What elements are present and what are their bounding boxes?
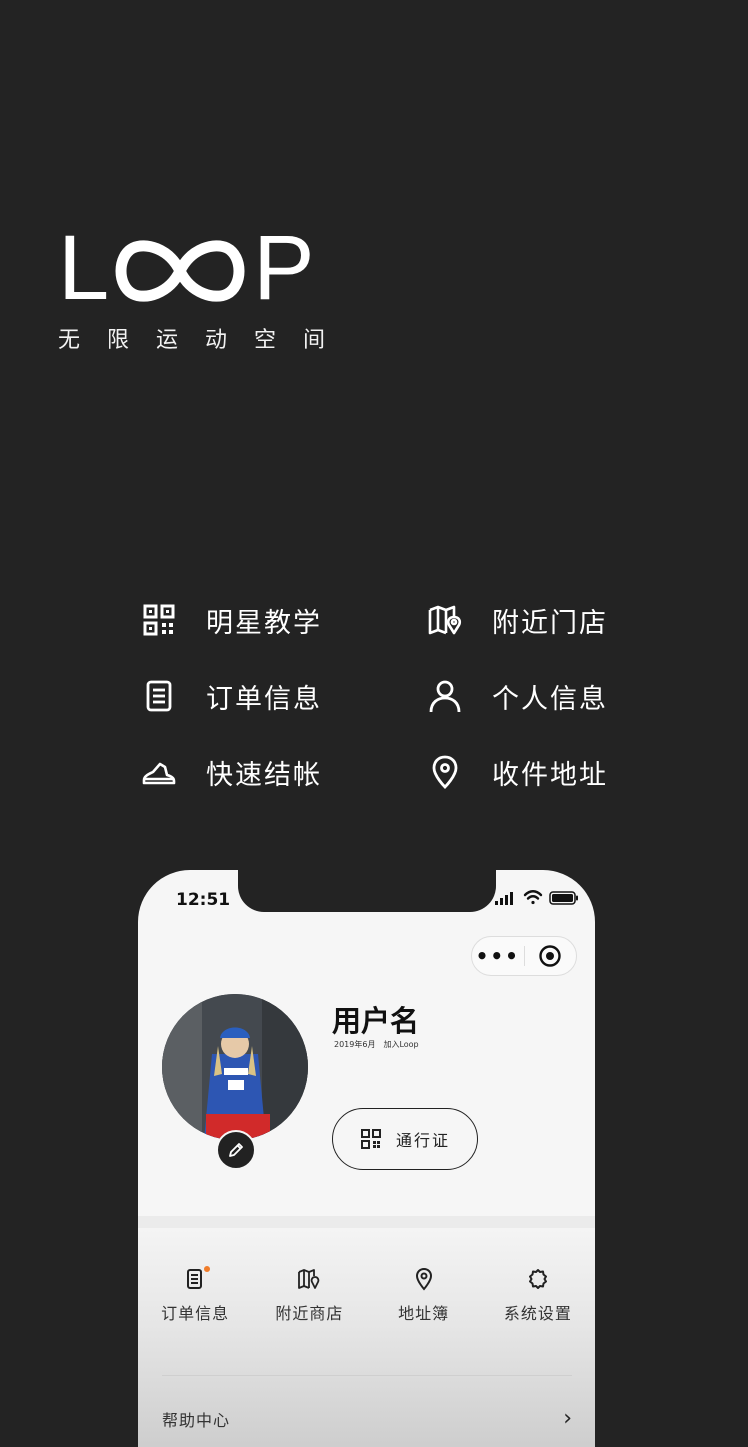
menu-label: 订单信息	[161, 1304, 230, 1323]
help-center-row[interactable]: 帮助中心 ›	[162, 1406, 572, 1431]
menu-item-settings[interactable]: 系统设置	[481, 1266, 595, 1324]
feature-label: 个人信息	[492, 683, 608, 715]
logo-letter-p: P	[253, 217, 315, 319]
menu-label: 系统设置	[503, 1304, 572, 1323]
mini-program-capsule: •••	[471, 936, 577, 976]
sneaker-icon	[140, 753, 178, 791]
join-date: 2019年6月	[334, 1040, 376, 1049]
location-icon	[426, 753, 464, 791]
phone-mockup: 12:51 ••• 用户名 2019年6月 加入Loop 通行证 订单信息 附近…	[138, 870, 595, 1447]
status-bar-icons	[495, 890, 579, 905]
join-text: 加入Loop	[383, 1040, 419, 1049]
quick-menu: 订单信息 附近商店 地址簿 系统设置	[138, 1266, 595, 1324]
pass-label: 通行证	[395, 1131, 450, 1150]
more-menu-button[interactable]: •••	[472, 937, 524, 975]
notification-dot	[204, 1266, 210, 1272]
menu-label: 地址簿	[398, 1304, 450, 1323]
loop-logo: L P 无限运动空间	[58, 217, 353, 354]
pass-button[interactable]: 通行证	[332, 1108, 478, 1170]
menu-item-address-book[interactable]: 地址簿	[367, 1266, 481, 1324]
feature-personal-info[interactable]: 个人信息	[426, 668, 608, 724]
gear-icon	[525, 1266, 551, 1292]
location-icon	[411, 1266, 437, 1292]
help-divider	[162, 1375, 572, 1376]
target-icon	[539, 945, 561, 967]
infinity-icon	[115, 240, 245, 302]
qr-code-icon	[360, 1129, 381, 1149]
feature-label: 明星教学	[206, 607, 322, 639]
logo-wordmark: L P	[58, 217, 348, 319]
feature-shipping-address[interactable]: 收件地址	[426, 744, 608, 800]
person-icon	[426, 677, 464, 715]
map-icon	[296, 1266, 322, 1292]
username: 用户名	[332, 1004, 420, 1038]
close-mini-program-button[interactable]	[525, 944, 577, 968]
avatar[interactable]	[162, 994, 308, 1140]
logo-letter-l: L	[58, 217, 110, 319]
pencil-icon	[229, 1143, 243, 1157]
feature-label: 快速结帐	[206, 759, 322, 791]
feature-quick-checkout[interactable]: 快速结帐	[140, 744, 322, 800]
phone-notch	[238, 870, 496, 912]
signal-icon	[495, 891, 513, 905]
document-icon	[140, 677, 178, 715]
edit-avatar-button[interactable]	[216, 1130, 256, 1170]
wifi-icon	[523, 890, 543, 905]
status-time: 12:51	[176, 890, 231, 910]
chevron-right-icon: ›	[563, 1406, 572, 1431]
feature-label: 附近门店	[492, 607, 608, 639]
menu-item-orders[interactable]: 订单信息	[138, 1266, 252, 1324]
feature-label: 订单信息	[206, 683, 322, 715]
logo-tagline: 无限运动空间	[58, 328, 353, 353]
feature-order-info[interactable]: 订单信息	[140, 668, 322, 724]
screen: L P 无限运动空间 明星教学 附近门店 订单信息 个人信息 快速结帐 收件地址…	[0, 0, 748, 1447]
help-center-label: 帮助中心	[162, 1410, 231, 1430]
menu-label: 附近商店	[275, 1304, 344, 1323]
qr-code-icon	[140, 601, 178, 639]
menu-item-nearby-stores[interactable]: 附近商店	[252, 1266, 366, 1324]
feature-star-teaching[interactable]: 明星教学	[140, 592, 322, 648]
battery-icon	[549, 890, 578, 905]
feature-nearby-stores[interactable]: 附近门店	[426, 592, 608, 648]
avatar-photo	[162, 994, 308, 1140]
join-info: 2019年6月 加入Loop	[334, 1039, 427, 1050]
feature-label: 收件地址	[492, 759, 608, 791]
map-pin-icon	[426, 601, 464, 639]
section-divider	[138, 1216, 595, 1228]
